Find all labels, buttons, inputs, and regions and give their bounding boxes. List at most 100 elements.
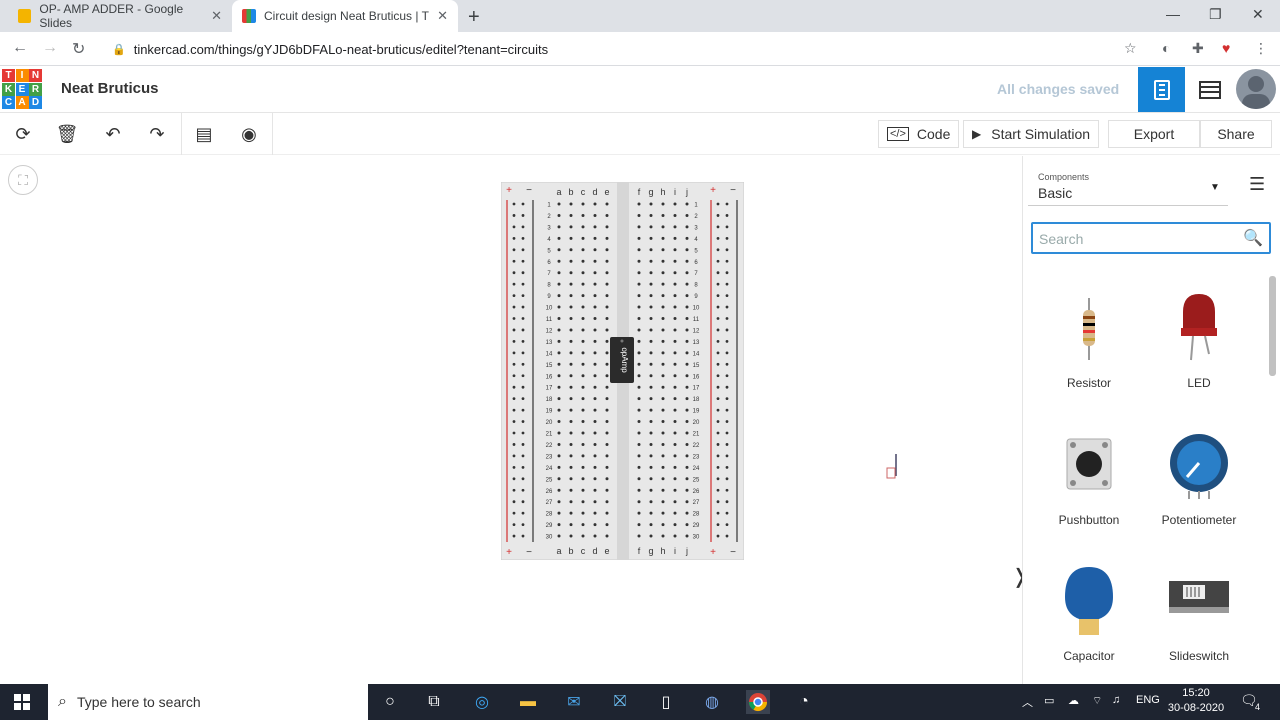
svg-text:28: 28 <box>546 512 553 518</box>
svg-text:h: h <box>660 546 665 556</box>
puzzle-icon[interactable]: ✚ <box>1192 40 1204 57</box>
schematic-view-button[interactable] <box>1186 67 1233 112</box>
tab-title: OP- AMP ADDER - Google Slides <box>39 2 184 30</box>
potentiometer-icon <box>1170 434 1228 499</box>
language-indicator[interactable]: ENG <box>1136 694 1160 706</box>
app-icon[interactable]: ◍ <box>700 690 724 714</box>
windows-start-icon[interactable] <box>10 690 34 714</box>
show-hidden-icons-icon[interactable]: ︿ <box>1022 694 1033 710</box>
search-input[interactable] <box>1039 229 1239 249</box>
component-name: Resistor <box>1066 376 1111 390</box>
svg-text:29: 29 <box>546 523 553 529</box>
fit-view-button[interactable]: ⛶ <box>8 165 38 195</box>
onedrive-icon[interactable]: ☁ <box>1068 694 1079 707</box>
url-field[interactable]: 🔒 tinkercad.com/things/gYJD6bDFALo-neat-… <box>112 38 1154 60</box>
cortana-icon[interactable]: ○ <box>378 690 402 714</box>
volume-icon[interactable]: ♫ <box>1112 694 1120 706</box>
svg-text:16: 16 <box>546 374 553 380</box>
panel-scrollbar[interactable] <box>1269 276 1276 376</box>
close-icon[interactable]: ✕ <box>437 8 448 24</box>
document-icon[interactable]: ▯ <box>654 690 678 714</box>
menu-icon[interactable]: ⋮ <box>1254 40 1268 57</box>
component-slideswitch[interactable]: Slideswitch <box>1149 567 1249 687</box>
chrome-icon[interactable] <box>746 690 770 714</box>
component-potentiometer[interactable]: Potentiometer <box>1149 431 1249 551</box>
led-icon <box>1181 294 1217 361</box>
svg-text:g: g <box>648 546 653 556</box>
tinkercad-logo[interactable]: T I N K E R C A D <box>2 69 42 109</box>
close-icon[interactable]: ✕ <box>211 8 222 24</box>
svg-text:11: 11 <box>546 317 553 323</box>
list-view-icon[interactable]: ☰ <box>1249 174 1265 195</box>
circuit-view-button[interactable] <box>1138 67 1185 112</box>
heart-extension-icon[interactable]: ♥ <box>1222 40 1230 56</box>
svg-text:19: 19 <box>693 409 700 415</box>
forward-icon[interactable]: → <box>42 39 58 57</box>
code-button[interactable]: </> Code <box>878 120 960 148</box>
bookmark-star-icon[interactable]: ☆ <box>1124 40 1137 57</box>
back-icon[interactable]: ← <box>12 39 28 57</box>
minimize-icon[interactable]: — <box>1166 6 1180 22</box>
address-bar: ← → ↻ 🔒 tinkercad.com/things/gYJD6bDFALo… <box>0 32 1280 66</box>
obs-icon[interactable]: ◔ <box>792 690 816 714</box>
component-name: Potentiometer <box>1161 513 1237 527</box>
svg-text:11: 11 <box>693 317 700 323</box>
logo-letter: K <box>2 82 15 96</box>
start-simulation-button[interactable]: ▶ Start Simulation <box>963 120 1100 148</box>
project-name[interactable]: Neat Bruticus <box>61 80 159 97</box>
rotate-icon[interactable]: ⟳ <box>10 122 36 146</box>
wifi-icon[interactable]: ⌔ <box>1092 694 1102 708</box>
clock[interactable]: 15:20 30-08-2020 <box>1164 686 1228 716</box>
mail-icon[interactable]: ✉ <box>562 690 586 714</box>
svg-text:12: 12 <box>546 328 553 334</box>
store-icon[interactable]: ⛝ <box>608 690 632 714</box>
small-component[interactable] <box>882 452 902 486</box>
toolbar-divider <box>272 113 273 155</box>
svg-text:13: 13 <box>693 340 700 346</box>
notes-icon[interactable]: ▤ <box>191 122 217 146</box>
restore-icon[interactable]: ❐ <box>1209 6 1222 23</box>
components-panel: Components Basic ▼ ☰ 🔍 Resistor LED <box>1022 156 1280 684</box>
component-name: Slideswitch <box>1168 649 1230 663</box>
eye-icon[interactable]: ◉ <box>236 122 262 146</box>
components-dropdown[interactable]: Components Basic ▼ <box>1028 164 1228 206</box>
component-pushbutton[interactable]: Pushbutton <box>1039 431 1139 551</box>
svg-text:15: 15 <box>546 363 553 369</box>
file-explorer-icon[interactable]: ▬ <box>516 690 540 714</box>
export-button[interactable]: Export <box>1108 120 1200 148</box>
tab-tinkercad[interactable]: Circuit design Neat Bruticus | Tin ✕ <box>232 0 458 32</box>
undo-icon[interactable]: ↶ <box>100 122 126 146</box>
fit-view-icon: ⛶ <box>18 171 28 188</box>
url-text: tinkercad.com/things/gYJD6bDFALo-neat-br… <box>133 41 549 57</box>
redo-icon[interactable]: ↷ <box>144 122 170 146</box>
component-led[interactable]: LED <box>1149 294 1249 414</box>
share-button[interactable]: Share <box>1200 120 1272 148</box>
reload-icon[interactable]: ↻ <box>72 39 85 59</box>
code-icon: </> <box>887 127 909 141</box>
component-capacitor[interactable]: Capacitor <box>1039 567 1139 687</box>
resistor-icon <box>1083 298 1095 360</box>
tinkercad-favicon-icon <box>242 9 256 23</box>
delete-icon[interactable]: 🗑 <box>54 122 80 146</box>
svg-text:30: 30 <box>693 535 700 541</box>
chip-label: opAmp <box>620 347 629 373</box>
svg-text:14: 14 <box>546 351 553 357</box>
svg-text:12: 12 <box>693 328 700 334</box>
taskbar-search-placeholder: Type here to search <box>76 694 201 710</box>
window-close-icon[interactable]: ✕ <box>1252 6 1264 23</box>
extension-icon[interactable]: ◐ <box>1162 40 1170 56</box>
svg-text:22: 22 <box>693 443 700 449</box>
new-tab-button[interactable]: + <box>468 6 480 29</box>
svg-text:22: 22 <box>546 443 553 449</box>
circuit-workspace[interactable]: ⛶ + + − − + + − − a a b b c c d d e e f f g g h h i i j j 1 1 2 2 3 3 4 4 5 5… <box>0 156 1028 684</box>
component-resistor[interactable]: Resistor <box>1039 294 1139 414</box>
taskbar-search[interactable]: ⌕ Type here to search <box>48 684 368 720</box>
start-simulation-label: Start Simulation <box>991 126 1091 142</box>
battery-icon[interactable]: ▭ <box>1044 694 1054 707</box>
edge-icon[interactable]: ◎ <box>470 690 494 714</box>
task-view-icon[interactable]: ⧉ <box>422 690 446 714</box>
user-avatar[interactable] <box>1236 69 1276 109</box>
search-icon[interactable]: 🔍 <box>1243 228 1263 248</box>
tab-google-slides[interactable]: OP- AMP ADDER - Google Slides ✕ <box>8 0 232 32</box>
breadboard[interactable]: + + − − + + − − a a b b c c d d e e f f g g h h i i j j 1 1 2 2 3 3 4 4 5 5 6 6… <box>500 181 745 561</box>
